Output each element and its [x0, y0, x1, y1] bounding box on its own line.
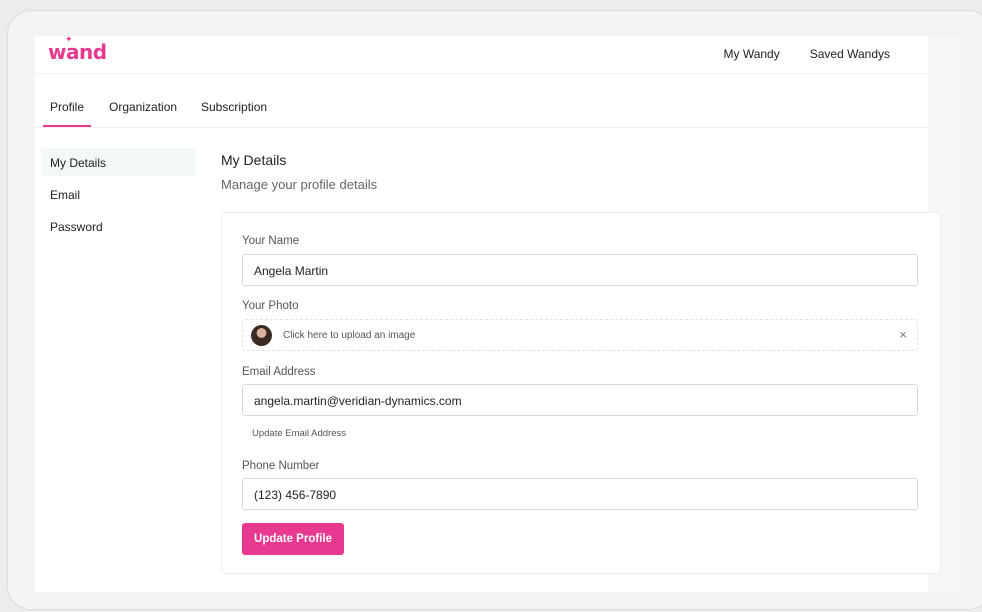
sparkle-icon: ✦ [65, 35, 73, 45]
update-email-link[interactable]: Update Email Address [252, 428, 346, 439]
avatar [251, 325, 272, 346]
wand-logo[interactable]: wand ✦ [48, 35, 107, 64]
app-window: wand ✦ My Wandy Saved Wandys Profile Org… [35, 35, 941, 592]
nav-my-wandy[interactable]: My Wandy [724, 47, 780, 61]
close-icon[interactable]: × [899, 327, 907, 342]
tab-profile[interactable]: Profile [42, 100, 92, 127]
sidebar-item-my-details[interactable]: My Details [41, 148, 196, 176]
tab-bar: Profile Organization Subscription [35, 74, 928, 128]
name-label: Your Name [242, 235, 300, 247]
logo-text: wand [48, 40, 107, 64]
update-profile-button[interactable]: Update Profile [242, 523, 344, 555]
phone-field[interactable]: (123) 456-7890 [242, 478, 918, 510]
profile-form-card: Your Name Angela Martin Your Photo Click… [221, 212, 941, 574]
top-header: wand ✦ My Wandy Saved Wandys [35, 35, 928, 74]
page-subtitle: Manage your profile details [221, 177, 378, 192]
phone-label: Phone Number [242, 460, 320, 472]
nav-saved-wandys[interactable]: Saved Wandys [810, 47, 890, 61]
page-title: My Details [221, 152, 287, 168]
sidebar-item-email[interactable]: Email [41, 180, 196, 208]
photo-upload-dropzone[interactable]: Click here to upload an image × [242, 319, 918, 351]
upload-prompt: Click here to upload an image [283, 330, 416, 341]
tab-subscription[interactable]: Subscription [201, 100, 267, 114]
tab-organization[interactable]: Organization [109, 100, 177, 114]
name-field[interactable]: Angela Martin [242, 254, 918, 286]
email-label: Email Address [242, 366, 316, 378]
email-field[interactable]: angela.martin@veridian-dynamics.com [242, 384, 918, 416]
sidebar-item-password[interactable]: Password [41, 212, 196, 240]
photo-label: Your Photo [242, 300, 299, 312]
top-nav: My Wandy Saved Wandys [724, 47, 891, 61]
